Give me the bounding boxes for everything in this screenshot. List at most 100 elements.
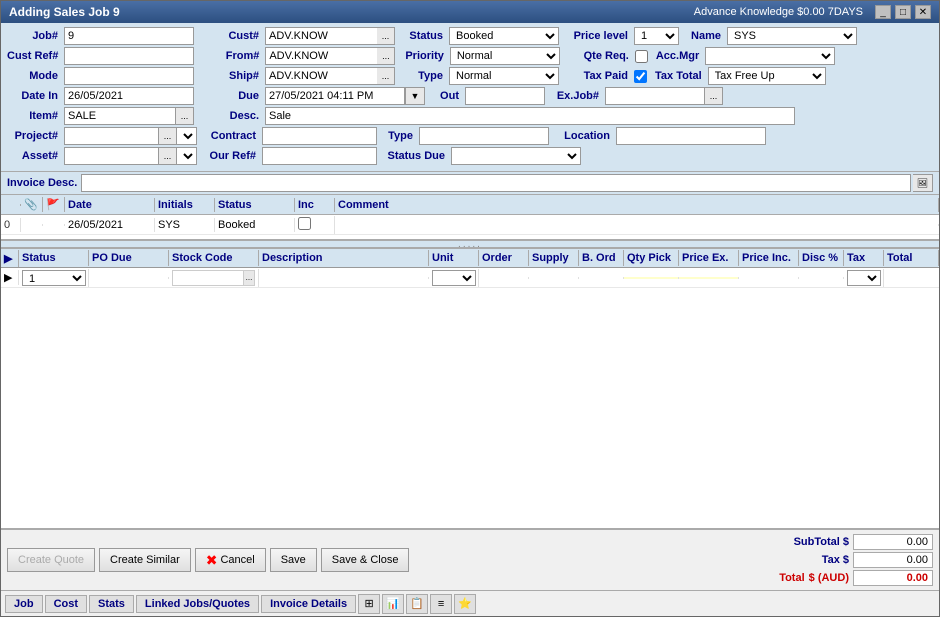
close-button[interactable]: ✕: [915, 5, 931, 19]
totals-section: SubTotal $ Tax $ Total $ (AUD): [735, 534, 933, 586]
tab-icon-chart[interactable]: 📊: [382, 594, 404, 614]
job-input[interactable]: [64, 27, 194, 45]
history-grid-header: 📎 🚩 Date Initials Status Inc Comment: [1, 195, 939, 215]
ship-dots-button[interactable]: ...: [377, 67, 395, 85]
contract-input[interactable]: [262, 127, 377, 145]
items-cell-order: [479, 277, 529, 279]
items-col-stock-code: Stock Code: [169, 250, 259, 266]
save-close-button[interactable]: Save & Close: [321, 548, 410, 572]
form-area: Job# Cust# ... Status Booked Price level…: [1, 23, 939, 172]
priority-select[interactable]: Normal: [450, 47, 560, 65]
form-row-2: Cust Ref# From# ... Priority Normal Qte …: [7, 47, 933, 65]
from-dots-button[interactable]: ...: [377, 47, 395, 65]
desc-input[interactable]: [265, 107, 795, 125]
form-row-4: Date In Due ▼ Out Ex.Job# ...: [7, 87, 933, 105]
type2-input[interactable]: [419, 127, 549, 145]
tab-icon-list[interactable]: ≡: [430, 594, 452, 614]
items-unit-select[interactable]: [432, 270, 476, 286]
out-input[interactable]: [465, 87, 545, 105]
items-tax-select[interactable]: [847, 270, 881, 286]
items-col-po-due: PO Due: [89, 250, 169, 266]
footer-buttons: Create Quote Create Similar ✖ Cancel Sav…: [7, 548, 409, 572]
asset-dots-button[interactable]: ...: [159, 147, 177, 165]
name-select[interactable]: SYS: [727, 27, 857, 45]
subtotal-value: [853, 534, 933, 550]
tab-icon-copy[interactable]: 📋: [406, 594, 428, 614]
item-dots-button[interactable]: ...: [176, 107, 194, 125]
ex-job-dots-button[interactable]: ...: [705, 87, 723, 105]
status-select[interactable]: Booked: [449, 27, 559, 45]
invoice-desc-input[interactable]: [81, 174, 911, 192]
cust-ref-input[interactable]: [64, 47, 194, 65]
price-level-select[interactable]: 1: [634, 27, 679, 45]
items-col-price-ex: Price Ex.: [679, 250, 739, 266]
acc-mgr-select[interactable]: [705, 47, 835, 65]
create-quote-button[interactable]: Create Quote: [7, 548, 95, 572]
cust-field-group: ...: [265, 27, 395, 45]
from-input[interactable]: [265, 47, 377, 65]
due-input[interactable]: [265, 87, 405, 105]
status-due-select[interactable]: [451, 147, 581, 165]
minimize-button[interactable]: _: [875, 5, 891, 19]
tax-paid-checkbox[interactable]: [634, 70, 647, 83]
location-label: Location: [559, 130, 614, 142]
qte-req-checkbox[interactable]: [635, 50, 648, 63]
due-label: Due: [208, 90, 263, 102]
location-input[interactable]: [616, 127, 766, 145]
tab-invoice-details[interactable]: Invoice Details: [261, 595, 356, 613]
tab-cost[interactable]: Cost: [45, 595, 87, 613]
title-bar: Adding Sales Job 9 Advance Knowledge $0.…: [1, 1, 939, 23]
items-grid-body: ▶ 1 ...: [1, 268, 939, 529]
asset-input[interactable]: [64, 147, 159, 165]
items-stock-code-input[interactable]: [172, 270, 244, 286]
from-field-group: ...: [265, 47, 395, 65]
save-button[interactable]: Save: [270, 548, 317, 572]
tax-label: Tax $: [779, 554, 849, 566]
invoice-desc-row: Invoice Desc. 🖼: [1, 172, 939, 195]
tab-job[interactable]: Job: [5, 595, 43, 613]
items-col-supply: Supply: [529, 250, 579, 266]
item-input[interactable]: [64, 107, 176, 125]
asset-select[interactable]: ▼: [177, 147, 197, 165]
items-status-select[interactable]: 1: [22, 270, 86, 286]
project-input[interactable]: [64, 127, 159, 145]
items-col-qty-pick: Qty Pick: [624, 250, 679, 266]
items-stock-code-dots[interactable]: ...: [244, 270, 255, 286]
history-cell-attach: [21, 224, 43, 226]
invoice-desc-button[interactable]: 🖼: [913, 174, 933, 192]
tab-icon-star[interactable]: ⭐: [454, 594, 476, 614]
due-dropdown-button[interactable]: ▼: [405, 87, 425, 105]
tax-row: Tax $: [779, 552, 933, 568]
ship-input[interactable]: [265, 67, 377, 85]
type-select[interactable]: Normal: [449, 67, 559, 85]
resizer[interactable]: .....: [1, 240, 939, 248]
price-level-label: Price level: [567, 30, 632, 42]
tab-stats[interactable]: Stats: [89, 595, 134, 613]
subtotal-label: SubTotal $: [779, 536, 849, 548]
cust-input[interactable]: [265, 27, 377, 45]
project-dots-button[interactable]: ...: [159, 127, 177, 145]
tax-total-select[interactable]: Tax Free Up: [708, 67, 826, 85]
tab-linked-jobs-quotes[interactable]: Linked Jobs/Quotes: [136, 595, 259, 613]
type2-label: Type: [387, 130, 417, 142]
tab-icon-grid[interactable]: ⊞: [358, 594, 380, 614]
priority-label: Priority: [405, 50, 448, 62]
restore-button[interactable]: □: [895, 5, 911, 19]
history-inc-checkbox[interactable]: [298, 217, 311, 230]
history-col-inc: Inc: [295, 198, 335, 212]
ex-job-input[interactable]: [605, 87, 705, 105]
from-label: From#: [208, 50, 263, 62]
create-similar-button[interactable]: Create Similar: [99, 548, 191, 572]
mode-input[interactable]: [64, 67, 194, 85]
items-cell-status: 1: [19, 269, 89, 287]
history-col-status: Status: [215, 198, 295, 212]
asset-label: Asset#: [7, 150, 62, 162]
form-row-5: Item# ... Desc.: [7, 107, 933, 125]
project-select[interactable]: ▼: [177, 127, 197, 145]
date-in-input[interactable]: [64, 87, 194, 105]
cancel-button[interactable]: ✖ Cancel: [195, 548, 266, 572]
our-ref-input[interactable]: [262, 147, 377, 165]
cust-dots-button[interactable]: ...: [377, 27, 395, 45]
total-value: [853, 570, 933, 586]
window-title: Adding Sales Job 9: [9, 5, 120, 19]
